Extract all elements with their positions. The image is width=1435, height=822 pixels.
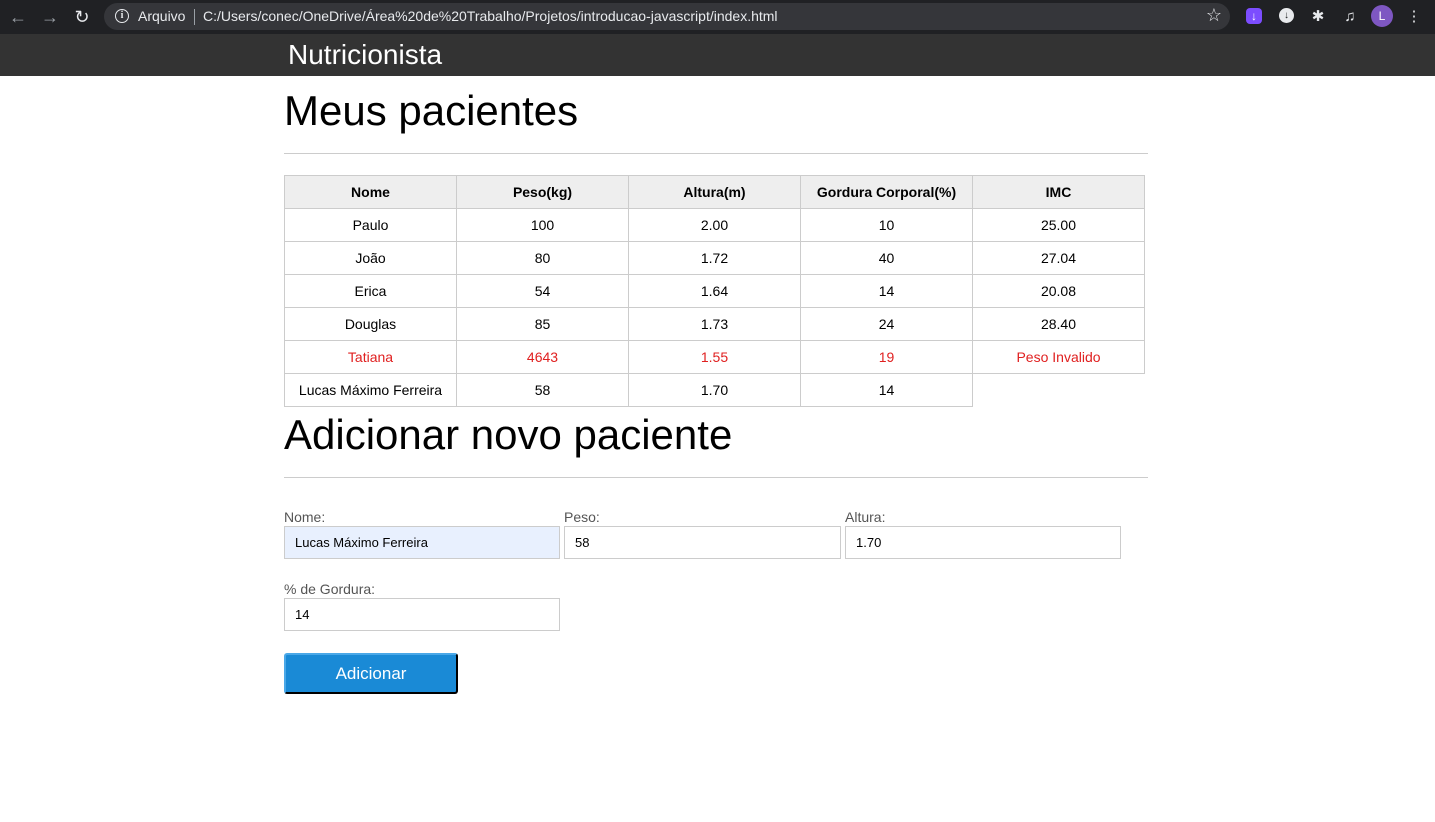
origin-label: Arquivo [138, 8, 186, 24]
patients-heading: Meus pacientes [284, 87, 579, 134]
table-row: Paulo 100 2.00 10 25.00 [284, 208, 1145, 242]
column-header-altura: Altura(m) [628, 175, 801, 209]
table-row: Douglas 85 1.73 24 28.40 [284, 307, 1145, 341]
add-patient-heading: Adicionar novo paciente [284, 411, 733, 458]
app-title: Nutricionista [288, 39, 443, 70]
media-queue-icon[interactable]: ♫ [1340, 6, 1360, 26]
table-row: João 80 1.72 40 27.04 [284, 241, 1145, 275]
table-header-row: Nome Peso(kg) Altura(m) Gordura Corporal… [284, 175, 1145, 209]
cell-nome: Tatiana [284, 340, 457, 374]
table-row: Lucas Máximo Ferreira 58 1.70 14 [284, 373, 1145, 407]
info-icon[interactable]: i [115, 9, 129, 23]
menu-dots-icon[interactable]: ⋮ [1404, 6, 1424, 26]
column-header-peso: Peso(kg) [456, 175, 629, 209]
app-header: Nutricionista [0, 34, 1435, 76]
table-row: Erica 54 1.64 14 20.08 [284, 274, 1145, 308]
table-row-invalid: Tatiana 4643 1.55 19 Peso Invalido [284, 340, 1145, 374]
cell-nome: Paulo [284, 208, 457, 242]
gordura-label: % de Gordura: [284, 581, 376, 597]
peso-field[interactable] [564, 526, 841, 559]
url-text[interactable]: C:/Users/conec/OneDrive/Área%20de%20Trab… [203, 8, 778, 24]
cell-imc: 28.40 [972, 307, 1145, 341]
back-arrow-icon[interactable]: ← [6, 5, 30, 29]
cell-peso: 80 [456, 241, 629, 275]
cell-peso: 100 [456, 208, 629, 242]
divider [284, 477, 1148, 478]
cell-gordura: 40 [800, 241, 973, 275]
cell-gordura: 19 [800, 340, 973, 374]
cell-imc: 25.00 [972, 208, 1145, 242]
browser-toolbar: ← → ↻ i Arquivo C:/Users/conec/OneDrive/… [0, 0, 1435, 34]
cell-nome: Lucas Máximo Ferreira [284, 373, 457, 407]
download-extension-icon[interactable]: ↓ [1246, 8, 1262, 24]
column-header-gordura: Gordura Corporal(%) [800, 175, 973, 209]
forward-arrow-icon[interactable]: → [38, 5, 62, 29]
cell-gordura: 10 [800, 208, 973, 242]
divider [284, 153, 1148, 154]
column-header-nome: Nome [284, 175, 457, 209]
cell-altura: 1.55 [628, 340, 801, 374]
cell-altura: 2.00 [628, 208, 801, 242]
add-patient-button[interactable]: Adicionar [284, 653, 458, 694]
cell-altura: 1.70 [628, 373, 801, 407]
cell-nome: Douglas [284, 307, 457, 341]
bookmark-star-icon[interactable]: ☆ [1206, 5, 1222, 26]
cell-imc: 27.04 [972, 241, 1145, 275]
nome-field[interactable] [284, 526, 560, 559]
cell-nome: João [284, 241, 457, 275]
altura-field[interactable] [845, 526, 1121, 559]
cell-peso: 4643 [456, 340, 629, 374]
reload-icon[interactable]: ↻ [70, 5, 94, 29]
puzzle-extensions-icon[interactable]: ✱ [1308, 6, 1328, 26]
cell-altura: 1.64 [628, 274, 801, 308]
cell-gordura: 14 [800, 274, 973, 308]
cell-peso: 54 [456, 274, 629, 308]
profile-avatar[interactable]: L [1371, 5, 1393, 27]
cell-gordura: 14 [800, 373, 973, 407]
address-separator [194, 9, 195, 25]
peso-label: Peso: [564, 509, 600, 525]
nome-label: Nome: [284, 509, 326, 525]
cell-imc [973, 374, 1145, 407]
cell-peso: 58 [456, 373, 629, 407]
cell-nome: Erica [284, 274, 457, 308]
altura-label: Altura: [845, 509, 886, 525]
cell-altura: 1.72 [628, 241, 801, 275]
cell-gordura: 24 [800, 307, 973, 341]
cell-peso: 85 [456, 307, 629, 341]
patients-table: Nome Peso(kg) Altura(m) Gordura Corporal… [284, 175, 1145, 407]
cell-imc: Peso Invalido [972, 340, 1145, 374]
column-header-imc: IMC [972, 175, 1145, 209]
cell-imc: 20.08 [972, 274, 1145, 308]
cell-altura: 1.73 [628, 307, 801, 341]
download-circle-extension-icon[interactable]: ↓ [1279, 8, 1294, 23]
address-bar[interactable]: i Arquivo C:/Users/conec/OneDrive/Área%2… [104, 3, 1230, 30]
gordura-field[interactable] [284, 598, 560, 631]
